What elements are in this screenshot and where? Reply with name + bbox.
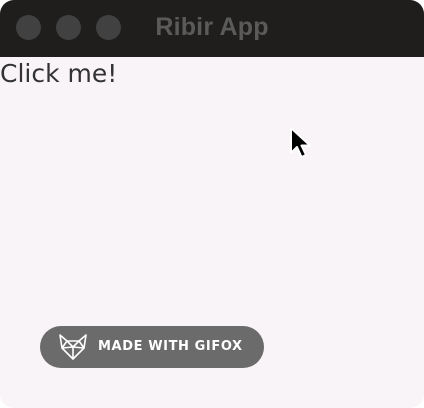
app-window: Ribir App Click me! MADE WITH GIFOX	[0, 0, 424, 408]
mouse-pointer-icon	[290, 127, 311, 158]
badge-label: MADE WITH GIFOX	[98, 339, 243, 354]
click-me-button[interactable]: Click me!	[0, 59, 117, 89]
window-title: Ribir App	[155, 13, 269, 41]
made-with-gifox-badge: MADE WITH GIFOX	[40, 326, 264, 368]
fox-icon	[59, 334, 87, 360]
title-bar[interactable]: Ribir App	[0, 0, 424, 57]
